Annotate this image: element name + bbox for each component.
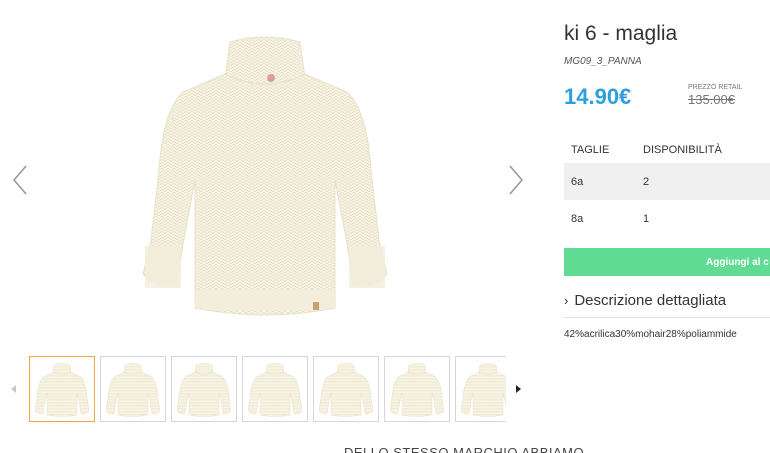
availability-header: DISPONIBILITÀ xyxy=(643,143,722,156)
thumbnail-image[interactable] xyxy=(313,356,379,422)
size-value: 8a xyxy=(571,212,584,225)
thumbnail-list xyxy=(29,356,506,424)
caret-right-icon[interactable] xyxy=(512,382,524,396)
size-row[interactable]: 8a 1 xyxy=(564,200,770,237)
chevron-right-icon[interactable] xyxy=(504,160,528,200)
product-details: ki 6 - maglia MG09_3_PANNA 14.90€ PREZZO… xyxy=(564,0,770,453)
sizes-table: TAGLIE DISPONIBILITÀ 6a 2 8a 1 xyxy=(564,136,770,237)
product-gallery: DELLO STESSO MARCHIO ABBIAMO xyxy=(0,0,584,453)
size-value: 6a xyxy=(564,163,636,200)
availability-value: 1 xyxy=(643,212,650,225)
add-to-cart-button[interactable]: Aggiungi al c xyxy=(564,248,770,276)
composition-text: 42%acrilica30%mohair28%poliammide xyxy=(564,329,737,340)
thumbnail-image[interactable] xyxy=(100,356,166,422)
product-price: 14.90€ xyxy=(564,84,632,109)
size-row[interactable]: 6a 2 xyxy=(564,163,770,200)
chevron-right-icon: › xyxy=(564,293,569,308)
thumbnail-image[interactable] xyxy=(29,356,95,422)
description-toggle-label: Descrizione dettagliata xyxy=(574,292,727,309)
availability-value: 2 xyxy=(636,163,770,200)
description-toggle[interactable]: › Descrizione dettagliata xyxy=(564,292,770,318)
thumbnail-image[interactable] xyxy=(455,356,506,422)
related-products-heading: DELLO STESSO MARCHIO ABBIAMO xyxy=(344,445,585,453)
caret-left-icon[interactable] xyxy=(8,382,20,396)
thumbnail-image[interactable] xyxy=(242,356,308,422)
main-product-image xyxy=(135,30,395,340)
product-sku: MG09_3_PANNA xyxy=(564,56,642,67)
thumbnail-image[interactable] xyxy=(384,356,450,422)
retail-price-label: PREZZO RETAIL xyxy=(688,84,743,91)
product-title: ki 6 - maglia xyxy=(564,22,678,45)
sizes-header: TAGLIE xyxy=(571,143,610,156)
chevron-left-icon[interactable] xyxy=(8,160,32,200)
thumbnail-carousel xyxy=(0,352,540,426)
retail-price: 135.00€ xyxy=(688,92,735,107)
thumbnail-image[interactable] xyxy=(171,356,237,422)
